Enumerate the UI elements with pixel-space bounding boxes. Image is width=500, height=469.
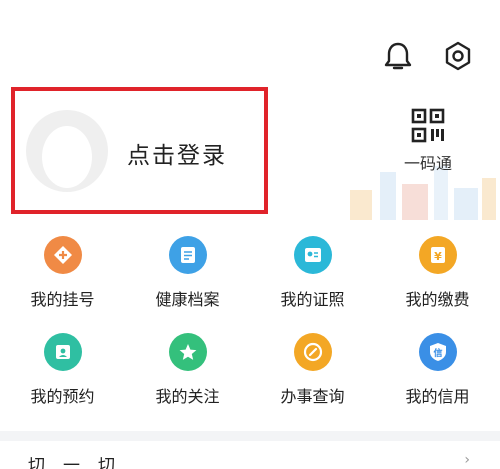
grid-item-label: 办事查询 [280,387,345,406]
top-toolbar [382,40,474,72]
gear-icon[interactable] [442,40,474,72]
payment-icon: ¥ [418,236,457,274]
avatar [26,110,108,192]
grid-item-label: 健康档案 [155,290,220,309]
qrcode-icon [411,108,445,143]
grid-item-affairs-query[interactable]: 办事查询 [250,333,375,407]
archive-icon [168,236,207,274]
section-title-partial: 切一切 [28,456,133,469]
grid-item-my-credit[interactable]: 信 我的信用 [375,333,500,407]
grid-item-label: 我的证照 [280,290,345,309]
svg-text:¥: ¥ [434,250,442,263]
certificate-icon [293,236,332,274]
section-divider [0,431,500,441]
grid-item-health-archive[interactable]: 健康档案 [125,236,250,310]
qr-code-label: 一码通 [403,154,452,173]
qr-code-button[interactable]: 一码通 [393,108,463,174]
login-card[interactable]: 点击登录 [11,87,268,214]
register-icon [43,236,82,274]
bell-icon[interactable] [382,40,414,72]
grid-item-my-appointments[interactable]: 我的预约 [0,333,125,407]
grid-item-my-certificates[interactable]: 我的证照 [250,236,375,310]
grid-item-label: 我的关注 [155,387,220,406]
grid-item-label: 我的缴费 [405,290,470,309]
svg-text:信: 信 [433,347,442,359]
search-query-icon [293,333,332,371]
grid-item-label: 我的信用 [405,387,470,406]
star-icon [168,333,207,371]
grid-item-label: 我的预约 [30,387,95,406]
credit-icon: 信 [418,333,457,371]
appointment-icon [43,333,82,371]
grid-item-my-registration[interactable]: 我的挂号 [0,236,125,310]
grid-item-my-payments[interactable]: ¥ 我的缴费 [375,236,500,310]
grid-item-label: 我的挂号 [30,290,95,309]
login-label: 点击登录 [127,143,227,169]
chevron-right-icon[interactable]: › [464,452,470,468]
avatar-placeholder [42,126,92,188]
grid-item-my-follows[interactable]: 我的关注 [125,333,250,407]
